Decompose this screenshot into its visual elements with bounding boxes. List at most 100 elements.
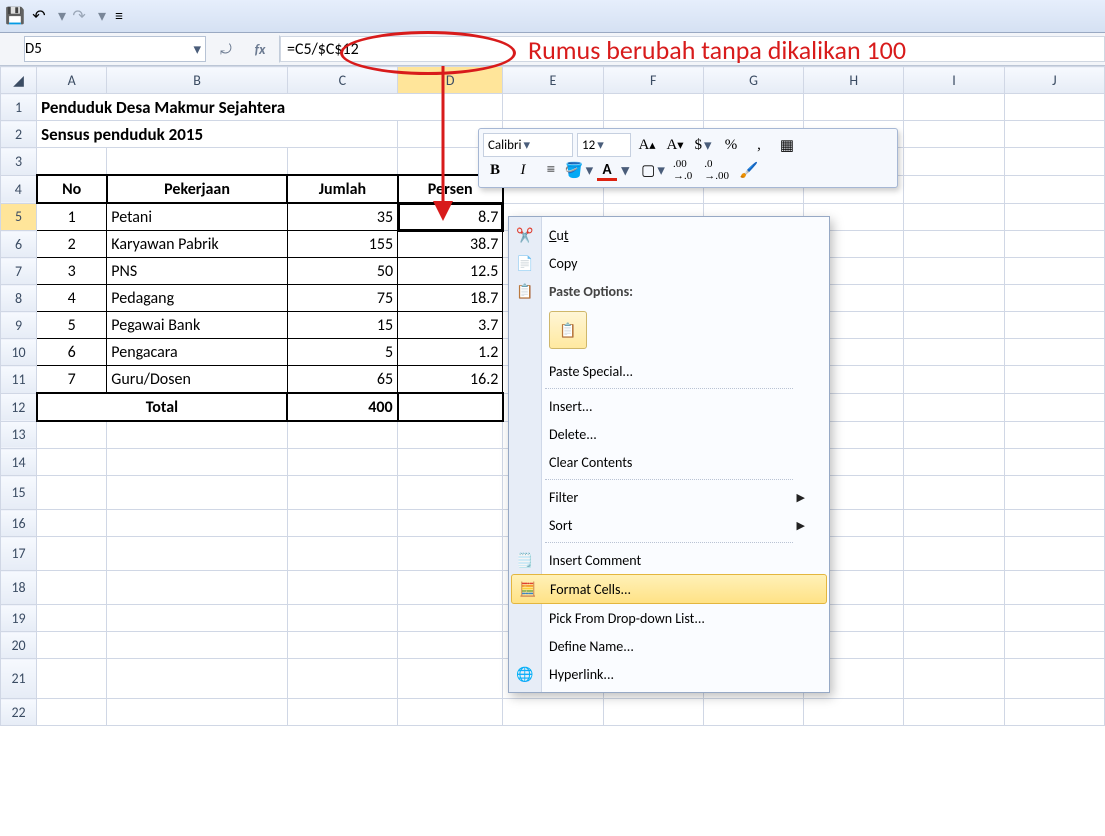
row-header[interactable]: 5 <box>1 203 37 231</box>
row-header[interactable]: 12 <box>1 393 37 421</box>
ctx-filter[interactable]: Filter▶ <box>509 483 829 511</box>
cell[interactable]: 16.2 <box>398 366 503 394</box>
cell[interactable]: Pedagang <box>107 285 287 312</box>
cell[interactable]: 35 <box>287 203 397 231</box>
cell[interactable]: 75 <box>287 285 397 312</box>
merge-cells-icon[interactable]: ▦ <box>775 134 799 156</box>
ctx-clear-contents[interactable]: Clear Contents <box>509 448 829 476</box>
row-header[interactable]: 8 <box>1 285 37 312</box>
redo-icon[interactable]: ↷ <box>70 7 88 25</box>
total-value[interactable]: 400 <box>287 393 397 421</box>
col-header[interactable]: H <box>804 67 904 94</box>
ctx-delete[interactable]: Delete... <box>509 420 829 448</box>
font-color-icon[interactable]: A▾ <box>595 159 619 181</box>
increase-decimal-icon[interactable]: .00→.0 <box>669 159 696 181</box>
shrink-font-icon[interactable]: A▾ <box>663 134 687 156</box>
title-2[interactable]: Sensus penduduk 2015 <box>37 121 398 148</box>
currency-icon[interactable]: $▾ <box>691 134 715 156</box>
decrease-decimal-icon[interactable]: .0→.00 <box>700 159 733 181</box>
cell[interactable]: Pengacara <box>107 339 287 366</box>
format-painter-icon[interactable]: 🖌️ <box>737 159 761 181</box>
row-header[interactable]: 17 <box>1 537 37 571</box>
grow-font-icon[interactable]: A▴ <box>635 134 659 156</box>
total-label[interactable]: Total <box>37 393 288 421</box>
cell[interactable]: 3 <box>37 258 107 285</box>
borders-icon[interactable]: ▢▾ <box>641 159 665 181</box>
ctx-insert[interactable]: Insert... <box>509 392 829 420</box>
row-header[interactable]: 6 <box>1 231 37 258</box>
fx-icon[interactable]: fx <box>246 35 280 63</box>
formula-input[interactable]: =C5/$C$12 <box>280 36 1105 62</box>
title-1[interactable]: Penduduk Desa Makmur Sejahtera <box>37 94 503 121</box>
align-center-icon[interactable]: ≡ <box>539 159 563 181</box>
chevron-down-icon[interactable]: ▾ <box>193 40 201 59</box>
col-header[interactable]: C <box>287 67 397 94</box>
ctx-format-cells[interactable]: 🧮Format Cells... <box>511 574 827 604</box>
qat-dropdown-icon[interactable]: ▾ <box>58 6 66 26</box>
col-header[interactable]: A <box>37 67 107 94</box>
bold-icon[interactable]: B <box>483 159 507 181</box>
row-header[interactable]: 21 <box>1 659 37 699</box>
row-header[interactable]: 18 <box>1 571 37 605</box>
cell[interactable]: Petani <box>107 203 287 231</box>
cancel-formula-icon[interactable]: ⤾ <box>212 35 240 63</box>
customize-qat-icon[interactable]: ≡ <box>110 7 128 25</box>
ctx-define-name[interactable]: Define Name... <box>509 632 829 660</box>
cell[interactable]: 2 <box>37 231 107 258</box>
qat-dropdown-icon[interactable]: ▾ <box>98 6 106 26</box>
hdr-no[interactable]: No <box>37 175 107 203</box>
fill-color-icon[interactable]: 🪣▾ <box>567 159 591 181</box>
cell[interactable]: 15 <box>287 312 397 339</box>
col-header[interactable]: D <box>398 67 503 94</box>
cell[interactable]: 38.7 <box>398 231 503 258</box>
font-family-combo[interactable]: Calibri▾ <box>483 133 573 157</box>
cell[interactable]: Guru/Dosen <box>107 366 287 394</box>
ctx-insert-comment[interactable]: 🗒️Insert Comment <box>509 546 829 574</box>
col-header[interactable]: J <box>1004 67 1104 94</box>
cell[interactable]: 65 <box>287 366 397 394</box>
cell[interactable]: 1.2 <box>398 339 503 366</box>
undo-icon[interactable]: ↶ <box>30 7 48 25</box>
row-header[interactable]: 1 <box>1 94 37 121</box>
select-all-corner[interactable]: ◢ <box>1 67 37 94</box>
save-icon[interactable]: 💾 <box>6 7 24 25</box>
percent-icon[interactable]: % <box>719 134 743 156</box>
cell[interactable]: Pegawai Bank <box>107 312 287 339</box>
cell[interactable]: 18.7 <box>398 285 503 312</box>
font-size-combo[interactable]: 12▾ <box>577 133 631 157</box>
col-header[interactable]: G <box>703 67 803 94</box>
hdr-count[interactable]: Jumlah <box>287 175 397 203</box>
cell[interactable]: PNS <box>107 258 287 285</box>
cell[interactable]: 155 <box>287 231 397 258</box>
col-header[interactable]: F <box>603 67 703 94</box>
cell[interactable]: 1 <box>37 203 107 231</box>
row-header[interactable]: 4 <box>1 175 37 203</box>
row-header[interactable]: 10 <box>1 339 37 366</box>
row-header[interactable]: 14 <box>1 449 37 476</box>
cell[interactable]: 50 <box>287 258 397 285</box>
row-header[interactable]: 13 <box>1 421 37 449</box>
row-header[interactable]: 22 <box>1 699 37 726</box>
hdr-job[interactable]: Pekerjaan <box>107 175 287 203</box>
selected-cell[interactable]: 8.7 <box>398 203 503 231</box>
row-header[interactable]: 2 <box>1 121 37 148</box>
col-header[interactable]: E <box>503 67 603 94</box>
row-header[interactable]: 9 <box>1 312 37 339</box>
ctx-pick-list[interactable]: Pick From Drop-down List... <box>509 604 829 632</box>
row-header[interactable]: 3 <box>1 148 37 176</box>
cell[interactable]: 6 <box>37 339 107 366</box>
row-header[interactable]: 11 <box>1 366 37 394</box>
cell[interactable]: 7 <box>37 366 107 394</box>
paste-option-button[interactable]: 📋 <box>549 311 587 349</box>
row-header[interactable]: 7 <box>1 258 37 285</box>
ctx-cut[interactable]: ✂️Cut <box>509 221 829 249</box>
name-box[interactable]: D5 ▾ <box>24 36 206 62</box>
ctx-hyperlink[interactable]: 🌐Hyperlink... <box>509 660 829 688</box>
ctx-paste-special[interactable]: Paste Special... <box>509 357 829 385</box>
ctx-sort[interactable]: Sort▶ <box>509 511 829 539</box>
cell[interactable]: Karyawan Pabrik <box>107 231 287 258</box>
italic-icon[interactable]: I <box>511 159 535 181</box>
row-header[interactable]: 16 <box>1 510 37 537</box>
col-header[interactable]: B <box>107 67 287 94</box>
cell[interactable]: 5 <box>287 339 397 366</box>
